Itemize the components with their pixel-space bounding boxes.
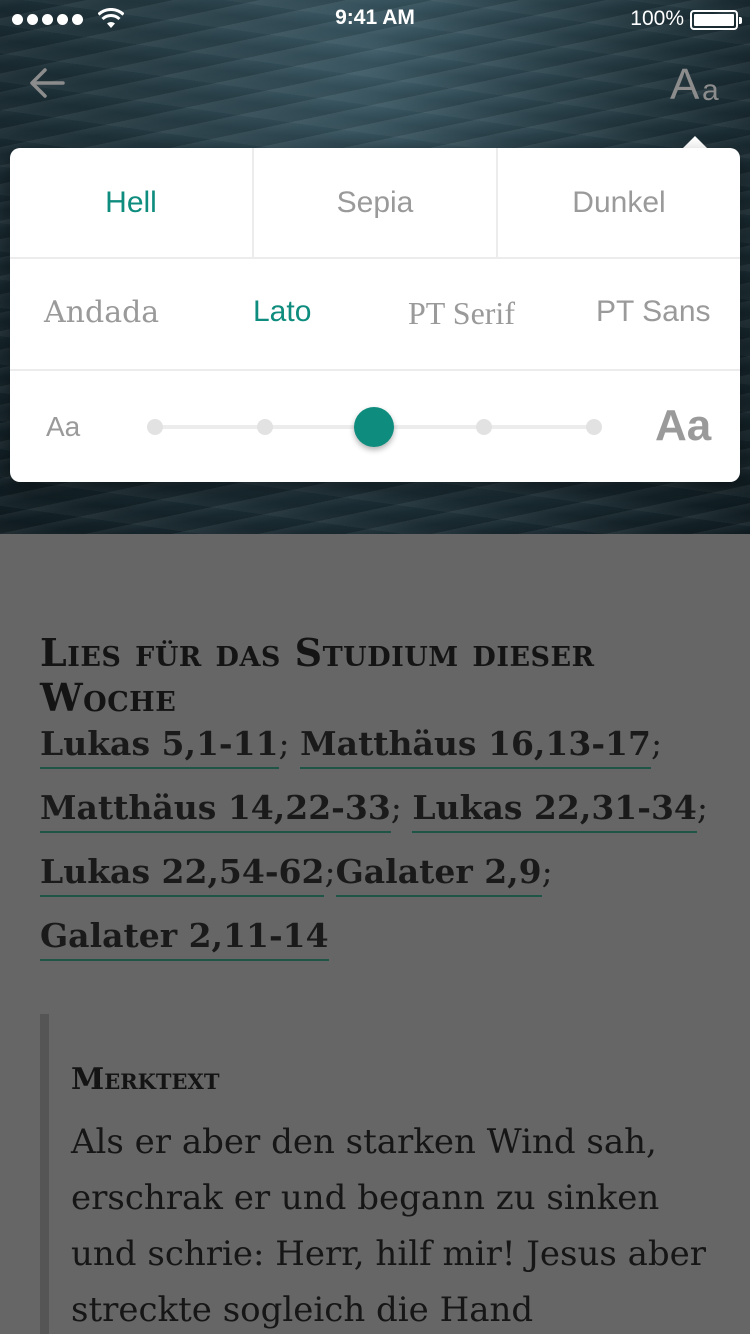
memory-verse-title: Merktext: [71, 1062, 220, 1097]
font-size-step[interactable]: [257, 419, 273, 435]
bible-reference-link[interactable]: Lukas 5,1-11: [40, 724, 279, 769]
memory-verse-block: Merktext Als er aber den starken Wind sa…: [40, 1014, 730, 1334]
bible-reference-link[interactable]: Galater 2,9: [335, 852, 542, 897]
memory-verse-text: Als er aber den starken Wind sah, erschr…: [71, 1122, 707, 1330]
font-option-pt-sans[interactable]: PT Sans: [596, 295, 711, 329]
bible-reference-link[interactable]: Lukas 22,54-62: [40, 852, 325, 897]
arrow-left-icon: [30, 68, 65, 98]
bible-references: Lukas 5,1-11; Matthäus 16,13-17; Matthäu…: [40, 712, 720, 968]
bible-reference-link[interactable]: Matthäus 16,13-17: [300, 724, 651, 769]
battery-percentage: 100%: [630, 7, 684, 30]
reading-content: Lies für das Studium dieser Woche Lukas …: [0, 534, 750, 1334]
text-settings-icon-large: A: [670, 60, 700, 109]
text-settings-button[interactable]: A a: [664, 56, 730, 110]
status-bar: 9:41 AM 100%: [0, 0, 750, 40]
theme-option-hell[interactable]: Hell: [10, 148, 252, 257]
font-size-step[interactable]: [586, 419, 602, 435]
battery-icon: [690, 10, 742, 30]
back-button[interactable]: [24, 60, 70, 106]
font-option-lato[interactable]: Lato: [253, 295, 311, 329]
theme-option-dunkel[interactable]: Dunkel: [496, 148, 740, 257]
font-size-slider-thumb[interactable]: [354, 407, 394, 447]
font-size-large-label: Aa: [655, 401, 712, 450]
font-size-step[interactable]: [476, 419, 492, 435]
bible-reference-link[interactable]: Lukas 22,31-34: [412, 788, 697, 833]
bible-reference-link[interactable]: Galater 2,11-14: [40, 916, 329, 961]
theme-selector: Hell Sepia Dunkel: [10, 148, 740, 259]
font-size-small-label: Aa: [46, 411, 81, 442]
text-settings-icon-small: a: [702, 74, 719, 107]
font-size-step[interactable]: [147, 419, 163, 435]
theme-option-sepia[interactable]: Sepia: [252, 148, 496, 257]
reading-settings-popover: Hell Sepia Dunkel Andada Lato PT Serif P…: [10, 148, 740, 482]
font-size-selector: Aa Aa: [10, 371, 740, 482]
font-selector: Andada Lato PT Serif PT Sans: [10, 259, 740, 371]
font-option-andada[interactable]: Andada: [44, 295, 159, 330]
section-title: Lies für das Studium dieser Woche: [40, 630, 595, 720]
font-option-pt-serif[interactable]: PT Serif: [408, 295, 515, 332]
popover-arrow: [683, 136, 707, 148]
bible-reference-link[interactable]: Matthäus 14,22-33: [40, 788, 391, 833]
